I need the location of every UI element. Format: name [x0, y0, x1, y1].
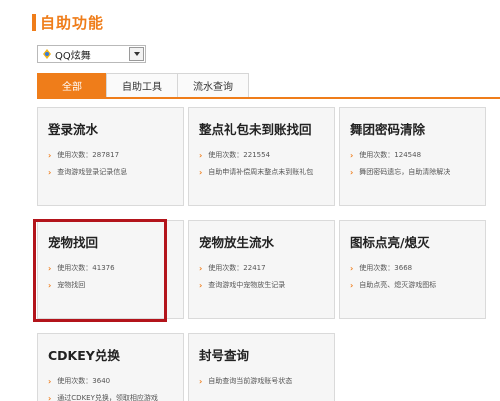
card-desc: 自助点亮、熄灭游戏图标: [359, 281, 437, 289]
card-login-log[interactable]: 登录流水 › 使用次数：287817 › 查询游戏登录记录信息: [37, 107, 184, 206]
chevron-right-icon: ›: [199, 168, 203, 177]
card-desc: 自助申请补偿周末整点未到账礼包: [208, 168, 314, 176]
chevron-right-icon: ›: [350, 151, 354, 160]
chevron-right-icon: ›: [199, 264, 203, 273]
card-usage: 使用次数：124548: [359, 151, 422, 159]
game-select[interactable]: QQ炫舞: [37, 45, 146, 63]
card-desc: 查询游戏登录记录信息: [57, 168, 128, 176]
chevron-right-icon: ›: [48, 151, 52, 160]
chevron-right-icon: ›: [48, 168, 52, 177]
card-pet-release-log[interactable]: 宠物放生流水 › 使用次数：22417 › 查询游戏中宠物放生记录: [188, 220, 335, 319]
card-title: 整点礼包未到账找回: [199, 122, 312, 137]
card-desc: 通过CDKEY兑换，领取相应游戏: [57, 394, 158, 401]
card-usage: 使用次数：287817: [57, 151, 120, 159]
dropdown-arrow-icon[interactable]: [129, 47, 144, 61]
card-title: 登录流水: [48, 122, 99, 137]
card-cdkey-redeem[interactable]: CDKEY兑换 › 使用次数：3640 › 通过CDKEY兑换，领取相应游戏: [37, 333, 184, 401]
card-desc-line[interactable]: › 查询游戏中宠物放生记录: [199, 279, 334, 292]
card-usage: 使用次数：3668: [359, 264, 413, 272]
category-tabs: 全部 自助工具 流水查询: [37, 73, 249, 97]
card-title: CDKEY兑换: [48, 348, 120, 363]
card-desc-line[interactable]: › 自助申请补偿周末整点未到账礼包: [199, 166, 319, 179]
tab-underline: [37, 97, 500, 99]
chevron-right-icon: ›: [350, 168, 354, 177]
card-desc-line[interactable]: › 自助查询当前游戏账号状态: [199, 375, 334, 388]
card-usage-line: › 使用次数：124548: [350, 149, 485, 162]
tab-self-service-tools[interactable]: 自助工具: [106, 73, 178, 97]
card-desc: 舞团密码遗忘，自助清除解决: [359, 168, 451, 176]
card-usage-line: › 使用次数：3640: [48, 375, 183, 388]
tab-flow-query[interactable]: 流水查询: [177, 73, 249, 97]
card-desc: 自助查询当前游戏账号状态: [208, 377, 293, 385]
page-title-bar: 自助功能: [32, 12, 104, 33]
card-desc-line[interactable]: › 通过CDKEY兑换，领取相应游戏: [48, 392, 183, 401]
chevron-right-icon: ›: [199, 281, 203, 290]
card-usage-line: › 使用次数：3668: [350, 262, 485, 275]
chevron-right-icon: ›: [199, 151, 203, 160]
card-gift-recovery[interactable]: 整点礼包未到账找回 › 使用次数：221554 › 自助申请补偿周末整点未到账礼包: [188, 107, 335, 206]
card-usage: 使用次数：22417: [208, 264, 266, 272]
chevron-right-icon: ›: [350, 264, 354, 273]
card-desc-line[interactable]: › 查询游戏登录记录信息: [48, 166, 183, 179]
card-ban-query[interactable]: 封号查询 › 自助查询当前游戏账号状态: [188, 333, 335, 401]
card-usage: 使用次数：221554: [208, 151, 271, 159]
chevron-right-icon: ›: [350, 281, 354, 290]
highlight-box: [33, 219, 167, 322]
card-title: 宠物放生流水: [199, 235, 275, 250]
card-title: 图标点亮/熄灭: [350, 235, 430, 250]
card-usage-line: › 使用次数：287817: [48, 149, 183, 162]
card-icon-toggle[interactable]: 图标点亮/熄灭 › 使用次数：3668 › 自助点亮、熄灭游戏图标: [339, 220, 486, 319]
card-title: 封号查询: [199, 348, 250, 363]
page-title: 自助功能: [40, 14, 105, 32]
chevron-right-icon: ›: [48, 377, 52, 386]
card-usage-line: › 使用次数：221554: [199, 149, 334, 162]
chevron-right-icon: ›: [199, 377, 203, 386]
card-desc-line[interactable]: › 自助点亮、熄灭游戏图标: [350, 279, 485, 292]
tab-all[interactable]: 全部: [37, 73, 107, 97]
card-title: 舞团密码清除: [350, 122, 426, 137]
card-desc: 查询游戏中宠物放生记录: [208, 281, 286, 289]
title-accent-bar: [32, 14, 36, 31]
game-select-value: QQ炫舞: [55, 50, 91, 62]
card-dance-group-password[interactable]: 舞团密码清除 › 使用次数：124548 › 舞团密码遗忘，自助清除解决: [339, 107, 486, 206]
chevron-right-icon: ›: [48, 394, 52, 401]
card-usage: 使用次数：3640: [57, 377, 111, 385]
card-desc-line[interactable]: › 舞团密码遗忘，自助清除解决: [350, 166, 485, 179]
qq-dance-game-icon: [43, 49, 51, 59]
card-usage-line: › 使用次数：22417: [199, 262, 334, 275]
